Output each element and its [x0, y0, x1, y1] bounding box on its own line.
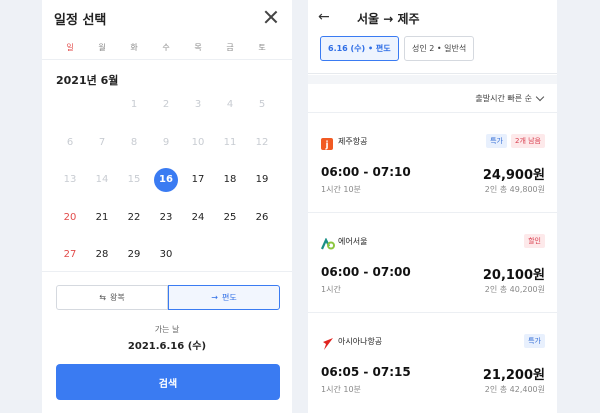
round-trip-button[interactable]: ⇆ 왕복	[56, 285, 168, 310]
calendar-day-9: 9	[162, 136, 170, 148]
weekday-thu: 목	[194, 43, 202, 52]
calendar-day-26[interactable]: 26	[246, 199, 278, 237]
calendar-day-8: 8	[130, 136, 138, 148]
calendar-day-10: 10	[191, 136, 205, 148]
flight-total: 2인 총 49,800원	[484, 185, 545, 194]
calendar-day-16[interactable]: 16	[150, 161, 182, 199]
close-icon[interactable]	[264, 10, 278, 24]
badge: 할인	[524, 234, 545, 248]
weekday-sat: 토	[258, 43, 266, 52]
weekday-header: 일 월 화 수 목 금 토	[54, 42, 279, 53]
calendar-day-4: 4	[226, 99, 234, 111]
weekday-tue: 화	[130, 43, 138, 52]
departure-date-value: 2021.6.16 (수)	[127, 341, 207, 352]
calendar-day-27[interactable]: 27	[54, 236, 86, 274]
badge: 특가	[486, 134, 507, 148]
passenger-filter-chip[interactable]: 성인 2 • 일반석	[404, 36, 475, 61]
trip-type-toggle: ⇆ 왕복 → 편도	[56, 285, 280, 310]
airline-name: 에어서울	[338, 237, 368, 246]
date-picker-panel: 일정 선택 일 월 화 수 목 금 토 2021년 6월 1 2 3 4 5 6 7 8 9 10…	[42, 0, 292, 413]
flight-duration: 1시간 10분	[321, 385, 361, 394]
calendar-day-11: 11	[223, 136, 237, 148]
badge-group: 할인	[524, 234, 545, 248]
calendar-empty	[86, 86, 118, 124]
calendar-day-18[interactable]: 18	[214, 161, 246, 199]
calendar-day-19[interactable]: 19	[246, 161, 278, 199]
date-filter-chip[interactable]: 6.16 (수) • 편도	[320, 36, 399, 61]
results-header: ← 서울 → 제주 6.16 (수) • 편도 성인 2 • 일반석	[308, 0, 557, 74]
route-title: 서울 → 제주	[357, 12, 420, 26]
calendar-day-12: 12	[255, 136, 269, 148]
back-arrow-icon[interactable]: ←	[318, 9, 330, 25]
results-panel: ← 서울 → 제주 6.16 (수) • 편도 성인 2 • 일반석 출발시간 …	[308, 0, 557, 413]
round-trip-label: 왕복	[109, 293, 125, 302]
svg-text:j: j	[324, 141, 328, 151]
calendar-day-1: 1	[130, 99, 138, 111]
calendar-empty	[54, 86, 86, 124]
flight-card[interactable]: j 제주항공 특가 2개 남음 06:00 - 07:10 1시간 10분 24,900원 2…	[308, 112, 557, 212]
calendar-day-14: 14	[95, 174, 109, 186]
calendar-day-20[interactable]: 20	[54, 199, 86, 237]
badge-group: 특가 2개 남음	[486, 134, 545, 148]
swap-arrows-icon: ⇆	[99, 293, 106, 302]
calendar-grid: 1 2 3 4 5 6 7 8 9 10 11 12 13 14 15 16 17 18 19 20 21 22 23 24 2…	[54, 86, 279, 274]
flight-duration: 1시간	[321, 285, 341, 294]
chevron-down-icon	[535, 92, 545, 102]
one-way-button[interactable]: → 편도	[168, 285, 280, 310]
flight-price: 20,100원	[482, 268, 545, 283]
section-gap	[308, 75, 557, 84]
sort-label: 출발시간 빠른 순	[475, 94, 532, 103]
airline-name: 제주항공	[338, 137, 368, 146]
calendar-day-5: 5	[258, 99, 266, 111]
one-way-label: 편도	[221, 293, 237, 302]
airline-logo-icon	[321, 335, 333, 350]
flight-time: 06:00 - 07:10	[321, 165, 411, 179]
flight-time: 06:00 - 07:00	[321, 265, 411, 279]
flight-total: 2인 총 40,200원	[484, 285, 545, 294]
calendar-day-2: 2	[162, 99, 170, 111]
weekday-sun: 일	[66, 43, 74, 52]
calendar-day-22[interactable]: 22	[118, 199, 150, 237]
badge-group: 특가	[524, 334, 545, 348]
calendar-day-21[interactable]: 21	[86, 199, 118, 237]
sort-dropdown[interactable]: 출발시간 빠른 순	[475, 92, 545, 104]
airline-logo-icon: j	[321, 135, 333, 151]
flight-price: 21,200원	[482, 368, 545, 383]
flight-time: 06:05 - 07:15	[321, 365, 411, 379]
date-picker-title: 일정 선택	[54, 13, 107, 28]
divider	[42, 271, 292, 272]
arrow-right-icon: →	[211, 293, 218, 302]
calendar-day-29[interactable]: 29	[118, 236, 150, 274]
weekday-fri: 금	[226, 43, 234, 52]
weekday-mon: 월	[98, 43, 106, 52]
calendar-day-7: 7	[98, 136, 106, 148]
calendar-day-17[interactable]: 17	[182, 161, 214, 199]
weekday-wed: 수	[162, 43, 170, 52]
airline-logo-icon	[320, 235, 335, 250]
calendar-day-24[interactable]: 24	[182, 199, 214, 237]
calendar-day-28[interactable]: 28	[86, 236, 118, 274]
calendar-day-3: 3	[194, 99, 202, 111]
flight-price: 24,900원	[482, 168, 545, 183]
calendar-day-13: 13	[63, 174, 77, 186]
flight-card[interactable]: 에어서울 할인 06:00 - 07:00 1시간 20,100원 2인 총 40,200…	[308, 212, 557, 312]
calendar-day-15: 15	[127, 174, 141, 186]
calendar-day-30[interactable]: 30	[150, 236, 182, 274]
calendar-day-6: 6	[66, 136, 74, 148]
badge: 특가	[524, 334, 545, 348]
calendar-day-23[interactable]: 23	[150, 199, 182, 237]
divider	[42, 59, 292, 60]
departure-date-label: 가는 날	[154, 325, 180, 334]
airline-name: 아시아나항공	[338, 337, 383, 346]
flight-duration: 1시간 10분	[321, 185, 361, 194]
flight-total: 2인 총 42,400원	[484, 385, 545, 394]
badge: 2개 남음	[511, 134, 545, 148]
flight-card[interactable]: 아시아나항공 특가 06:05 - 07:15 1시간 10분 21,200원 2인 총 …	[308, 312, 557, 412]
search-button[interactable]: 검색	[56, 364, 280, 400]
calendar-day-25[interactable]: 25	[214, 199, 246, 237]
